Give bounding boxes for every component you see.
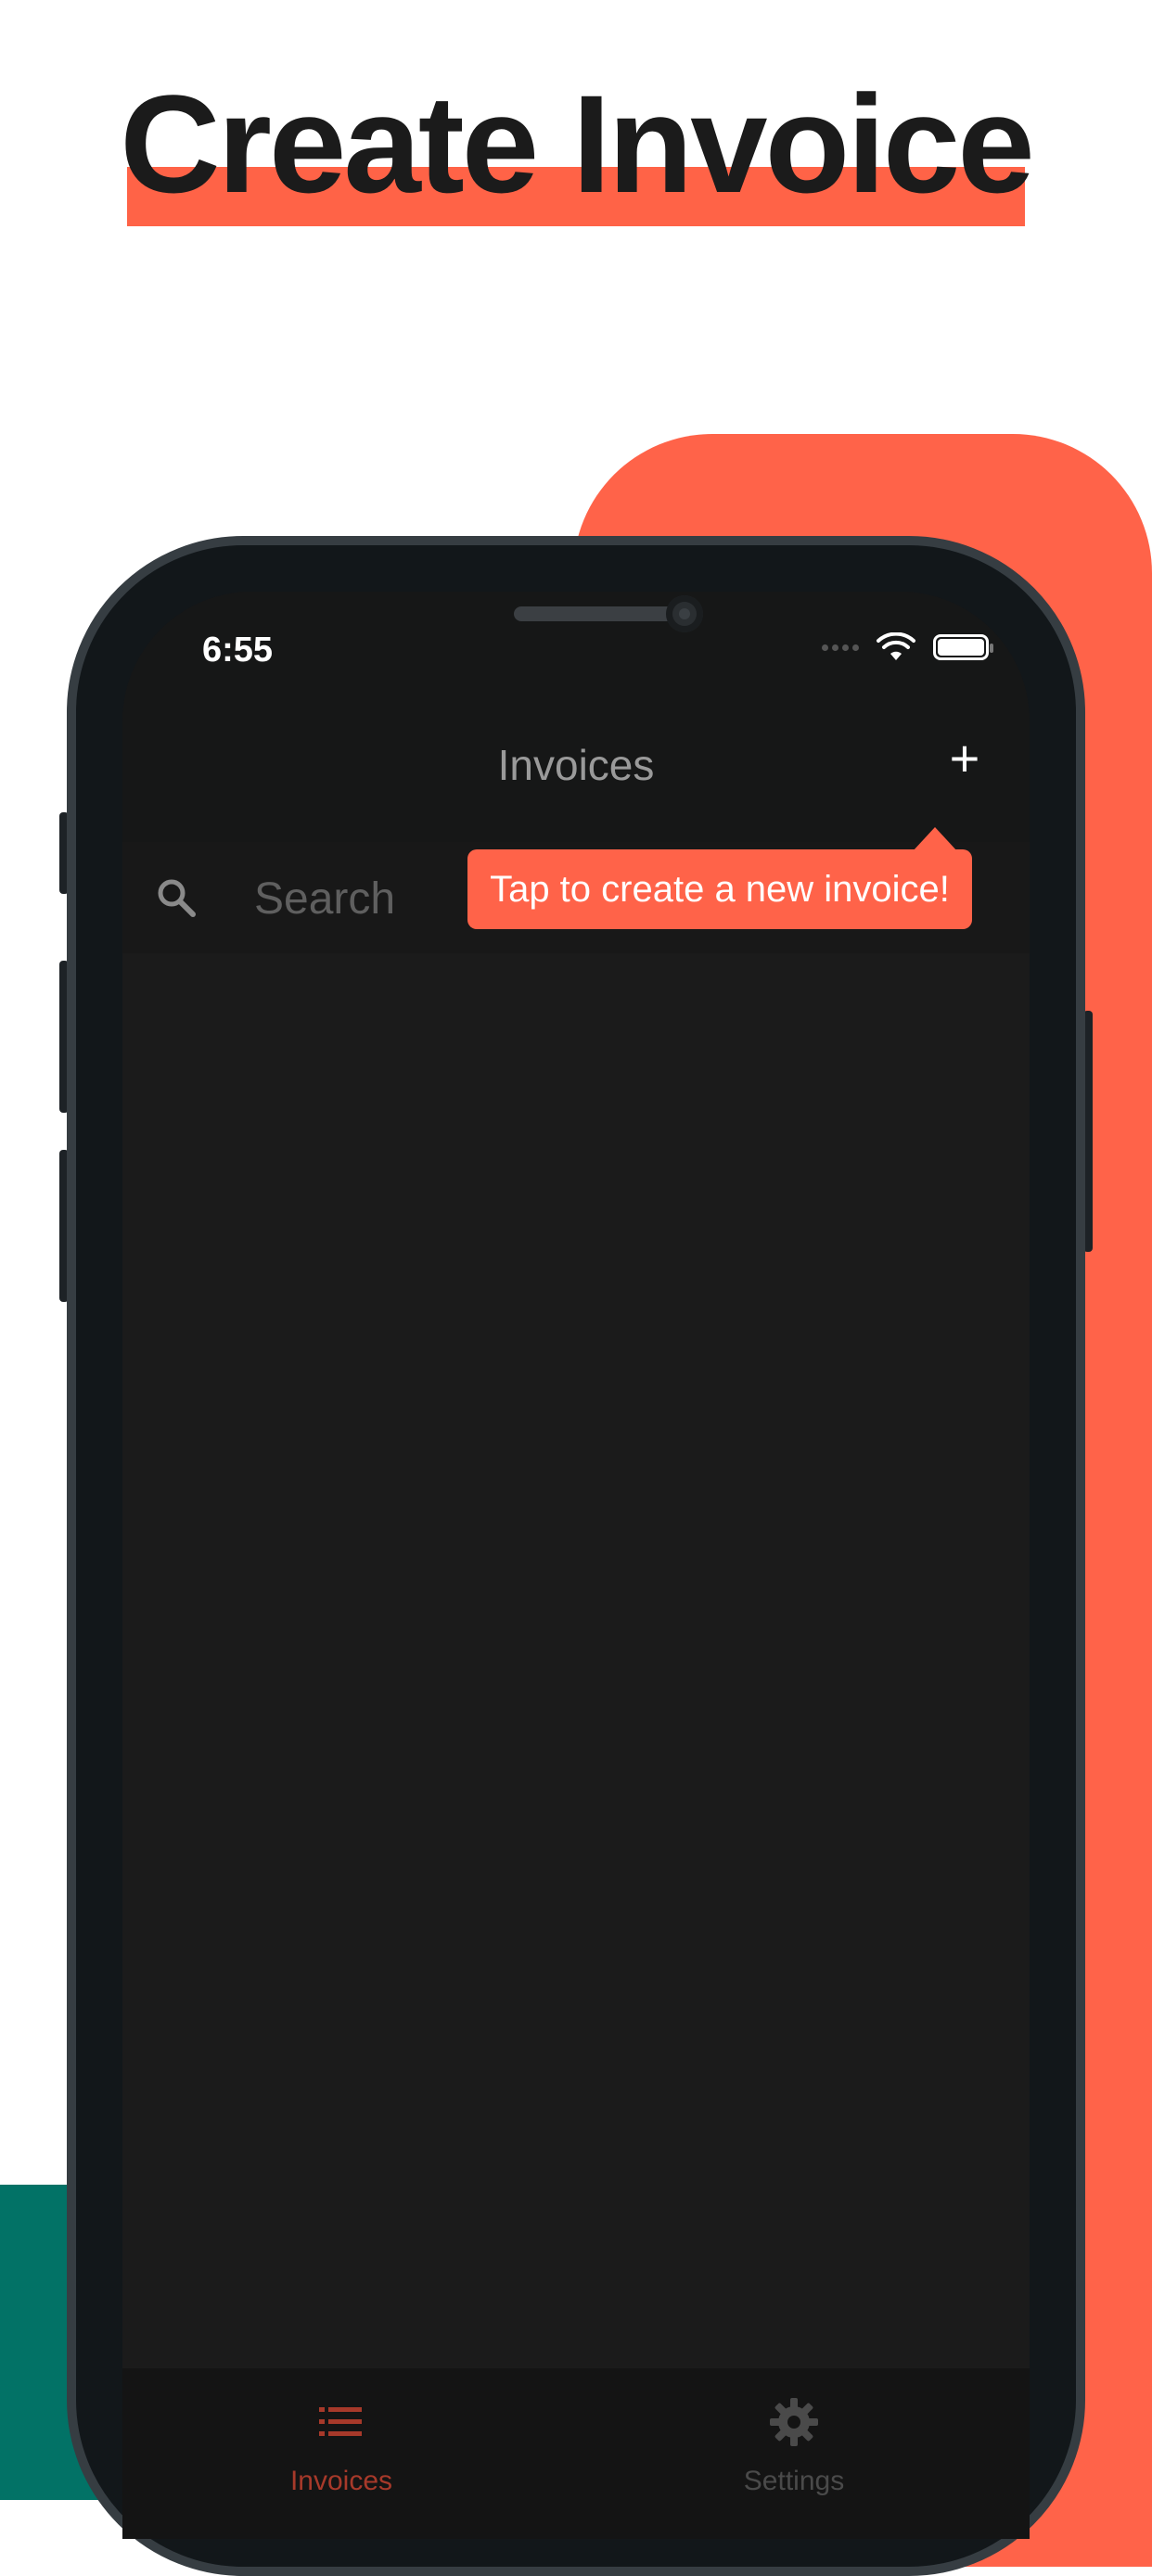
wifi-icon bbox=[877, 632, 915, 660]
tab-bar: Invoices Settings bbox=[122, 2368, 1030, 2539]
headline-container: Create Invoice bbox=[0, 74, 1152, 226]
tab-settings[interactable]: Settings bbox=[655, 2396, 933, 2497]
nav-title: Invoices bbox=[497, 741, 655, 789]
invoice-list bbox=[122, 953, 1030, 2400]
phone-speaker bbox=[514, 606, 683, 621]
tooltip-arrow bbox=[913, 827, 957, 851]
list-icon bbox=[319, 2407, 362, 2436]
phone-screen: 6:55 Invoices + Tap to create a new invo… bbox=[122, 592, 1030, 2539]
status-icons bbox=[822, 632, 993, 662]
headline-text: Create Invoice bbox=[120, 66, 1034, 222]
tab-invoices[interactable]: Invoices bbox=[202, 2396, 480, 2497]
gear-icon bbox=[770, 2398, 818, 2446]
add-invoice-button[interactable]: + bbox=[937, 731, 992, 786]
status-time: 6:55 bbox=[202, 631, 274, 670]
headline: Create Invoice bbox=[120, 74, 1035, 226]
create-invoice-tooltip[interactable]: Tap to create a new invoice! bbox=[467, 849, 972, 929]
phone-camera bbox=[666, 595, 703, 632]
battery-icon bbox=[933, 634, 993, 660]
search-icon bbox=[158, 879, 196, 917]
signal-dots-icon bbox=[822, 644, 859, 651]
